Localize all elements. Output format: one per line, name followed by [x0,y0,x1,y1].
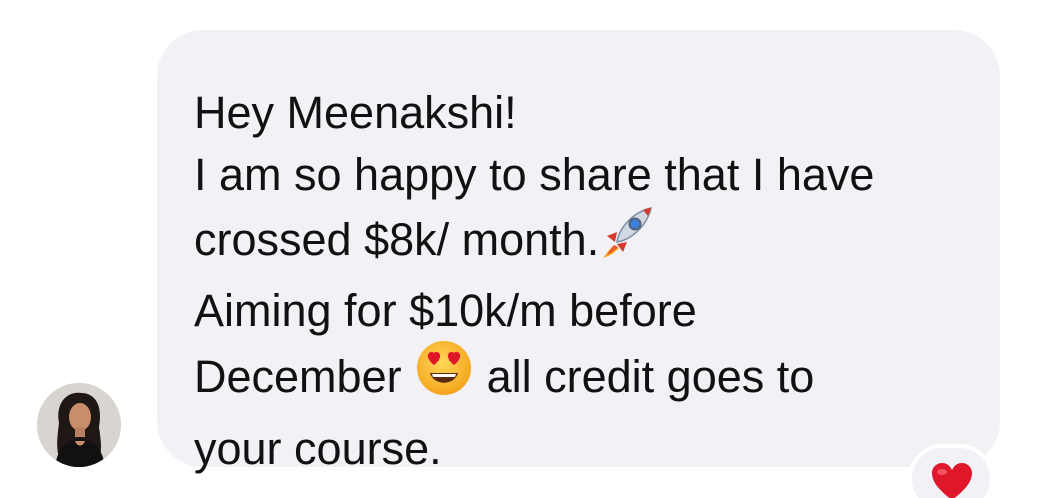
message-line-4: Aiming for $10k/m before [194,285,697,336]
message-line-5-end: all credit goes to [486,350,815,402]
avatar[interactable] [37,383,121,467]
message-bubble[interactable]: Hey Meenakshi! I am so happy to share th… [157,30,1000,474]
heart-eyes-emoji-icon [414,338,474,414]
reaction-badge[interactable] [908,444,994,498]
message-line-6: your course. [194,423,442,474]
red-heart-icon [932,463,972,498]
message-line-2: I am so happy to share that I have [194,149,875,200]
rocket-icon [599,202,657,276]
message-line-3-text: crossed $8k/ month. [194,213,600,265]
message-line-1: Hey Meenakshi! [194,87,517,138]
message-line-5: December all credit goes to [194,341,970,418]
message-line-3: crossed $8k/ month. [194,206,970,280]
chat-thread: Hey Meenakshi! I am so happy to share th… [0,0,1037,498]
message-line-5-start: December [194,350,402,402]
